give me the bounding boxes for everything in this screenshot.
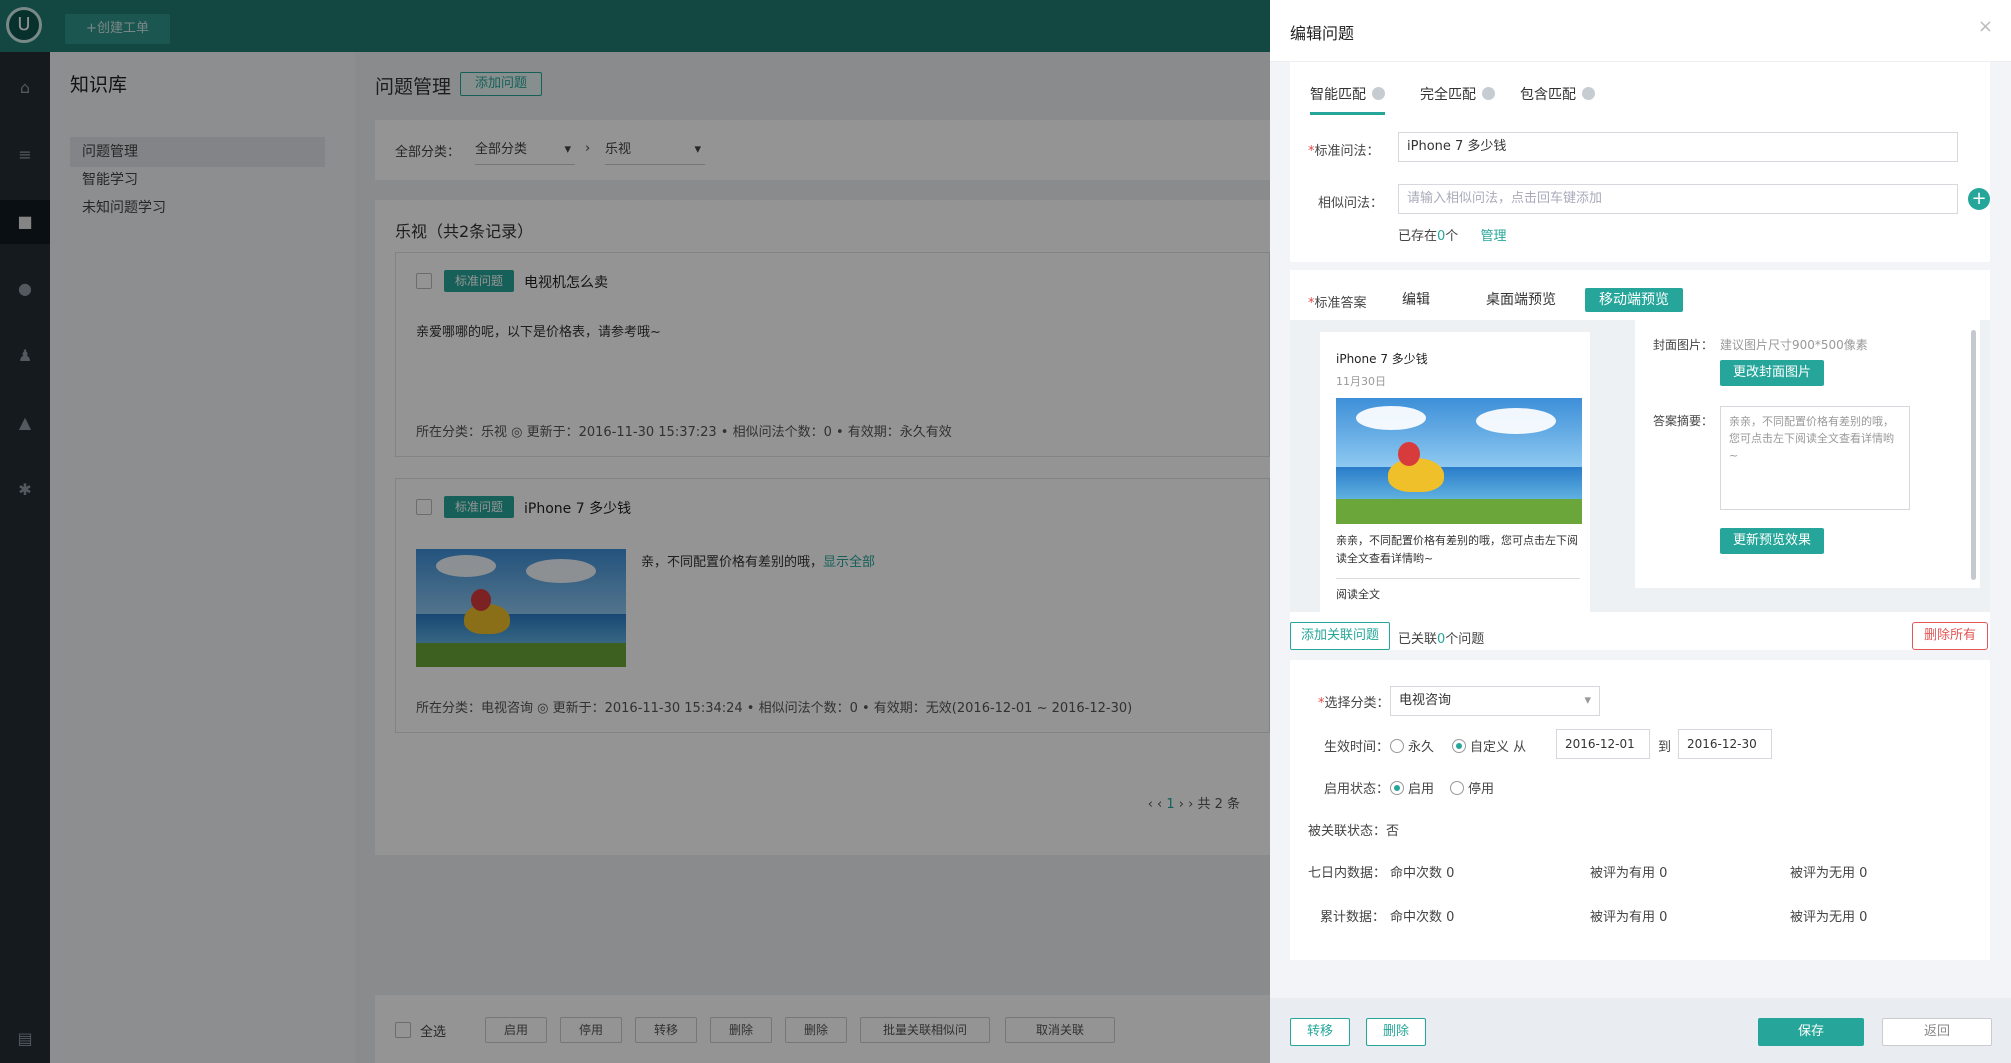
add-related-question-button[interactable]: 添加关联问题 bbox=[1290, 622, 1390, 650]
delete-all-button[interactable]: 删除所有 bbox=[1912, 622, 1988, 650]
similar-question-label: 相似问法： bbox=[1318, 196, 1384, 211]
date-from-input[interactable]: 2016-12-01 bbox=[1556, 729, 1650, 759]
preview-cover-image bbox=[1336, 398, 1582, 524]
summary-label: 答案摘要： bbox=[1653, 414, 1714, 428]
date-to-input[interactable]: 2016-12-30 bbox=[1678, 729, 1772, 759]
total-useless: 被评为无用 0 bbox=[1790, 910, 1868, 925]
add-plus-icon[interactable]: + bbox=[1968, 188, 1990, 210]
settings-panel: *选择分类： 电视咨询 ▾ 生效时间： 永久 自定义 从 2016-12-01 … bbox=[1290, 660, 1990, 960]
linked-status: 被关联状态：否 bbox=[1308, 824, 1400, 839]
status-label: 启用状态： bbox=[1324, 782, 1390, 797]
back-button[interactable]: 返回 bbox=[1882, 1018, 1992, 1046]
question-panel: 智能匹配 完全匹配 包含匹配 *标准问法： iPhone 7 多少钱 相似问法：… bbox=[1290, 62, 1990, 262]
total-stats-label: 累计数据： bbox=[1320, 910, 1386, 925]
week-stats-label: 七日内数据： bbox=[1308, 866, 1387, 881]
edit-question-drawer: 编辑问题 × 智能匹配 完全匹配 包含匹配 *标准问法： iPhone 7 多少… bbox=[1270, 0, 2011, 1063]
radio-icon[interactable] bbox=[1452, 739, 1466, 753]
manage-link[interactable]: 管理 bbox=[1480, 229, 1506, 244]
close-icon[interactable]: × bbox=[1978, 16, 1993, 37]
time-forever-option[interactable]: 永久 bbox=[1390, 736, 1434, 755]
category-select-value: 电视咨询 bbox=[1399, 693, 1452, 708]
preview-text: 亲亲，不同配置价格有差别的哦，您可点击左下阅读全文查看详情哟~ bbox=[1336, 534, 1578, 565]
category-select[interactable]: 电视咨询 ▾ bbox=[1390, 686, 1600, 716]
app-root: U +创建工单 ⌂ ≡ ■ ● ♟ ▲ ✱ ▤ 知识库 问题管理 智能学习 未知… bbox=[0, 0, 2011, 1063]
answer-panel: *标准答案 编辑 桌面端预览 移动端预览 iPhone 7 多少钱 11月30日 bbox=[1290, 270, 1990, 650]
answer-label: *标准答案 bbox=[1308, 296, 1367, 311]
category-label: *选择分类： bbox=[1318, 696, 1390, 711]
preview-area: iPhone 7 多少钱 11月30日 亲亲，不同配置价格有差别的哦，您可点击左… bbox=[1290, 320, 1990, 622]
tab-desktop-preview[interactable]: 桌面端预览 bbox=[1486, 288, 1556, 312]
drawer-body: 智能匹配 完全匹配 包含匹配 *标准问法： iPhone 7 多少钱 相似问法：… bbox=[1270, 62, 2011, 998]
summary-textarea[interactable]: 亲亲，不同配置价格有差别的哦，您可点击左下阅读全文查看详情哟~ bbox=[1720, 406, 1910, 510]
radio-icon[interactable] bbox=[1390, 739, 1404, 753]
mobile-preview-card: iPhone 7 多少钱 11月30日 亲亲，不同配置价格有差别的哦，您可点击左… bbox=[1320, 332, 1590, 622]
tab-edit[interactable]: 编辑 bbox=[1402, 288, 1430, 312]
total-hits: 命中次数 0 bbox=[1390, 910, 1455, 925]
tab-smart-match[interactable]: 智能匹配 bbox=[1310, 84, 1385, 115]
chevron-down-icon: ▾ bbox=[1584, 693, 1591, 708]
drawer-footer: 转移 删除 保存 返回 bbox=[1270, 998, 2011, 1063]
read-more-link[interactable]: 阅读全文 bbox=[1336, 586, 1380, 602]
cover-settings: 封面图片： 建议图片尺寸900*500像素 更改封面图片 答案摘要： 亲亲，不同… bbox=[1635, 320, 1980, 588]
time-custom-option[interactable]: 自定义 从 bbox=[1452, 736, 1526, 755]
help-icon[interactable] bbox=[1482, 87, 1495, 100]
related-count: 已关联0个问题 bbox=[1398, 632, 1485, 647]
date-to-label: 到 bbox=[1658, 740, 1672, 755]
delete-button[interactable]: 删除 bbox=[1366, 1018, 1426, 1046]
tab-mobile-preview[interactable]: 移动端预览 bbox=[1585, 288, 1683, 312]
tab-exact-match[interactable]: 完全匹配 bbox=[1420, 84, 1495, 112]
update-preview-button[interactable]: 更新预览效果 bbox=[1720, 528, 1824, 554]
radio-icon[interactable] bbox=[1390, 781, 1404, 795]
tab-label: 完全匹配 bbox=[1420, 87, 1476, 103]
drawer-title: 编辑问题 bbox=[1290, 24, 1355, 43]
radio-icon[interactable] bbox=[1450, 781, 1464, 795]
status-disable-option[interactable]: 停用 bbox=[1450, 778, 1494, 797]
total-useful: 被评为有用 0 bbox=[1590, 910, 1668, 925]
similar-count: 已存在0个 管理 bbox=[1398, 229, 1507, 244]
drawer-header: 编辑问题 × bbox=[1270, 0, 2011, 62]
change-cover-button[interactable]: 更改封面图片 bbox=[1720, 360, 1824, 386]
similar-question-input[interactable]: 请输入相似问法，点击回车键添加 bbox=[1398, 184, 1958, 214]
tab-label: 包含匹配 bbox=[1520, 87, 1576, 103]
cover-hint: 建议图片尺寸900*500像素 bbox=[1720, 338, 1868, 352]
std-question-label: *标准问法： bbox=[1308, 144, 1380, 159]
preview-date: 11月30日 bbox=[1336, 375, 1386, 388]
effective-time-label: 生效时间： bbox=[1324, 740, 1390, 755]
save-button[interactable]: 保存 bbox=[1758, 1018, 1864, 1046]
week-hits: 命中次数 0 bbox=[1390, 866, 1455, 881]
std-question-input[interactable]: iPhone 7 多少钱 bbox=[1398, 132, 1958, 162]
preview-scrollbar[interactable] bbox=[1971, 330, 1976, 580]
tab-contains-match[interactable]: 包含匹配 bbox=[1520, 84, 1595, 112]
week-useless: 被评为无用 0 bbox=[1790, 866, 1868, 881]
tab-label: 智能匹配 bbox=[1310, 87, 1366, 103]
help-icon[interactable] bbox=[1372, 87, 1385, 100]
preview-title: iPhone 7 多少钱 bbox=[1336, 352, 1428, 366]
move-button[interactable]: 转移 bbox=[1290, 1018, 1350, 1046]
week-useful: 被评为有用 0 bbox=[1590, 866, 1668, 881]
cover-label: 封面图片： bbox=[1653, 338, 1714, 352]
status-enable-option[interactable]: 启用 bbox=[1390, 778, 1434, 797]
modal-overlay[interactable] bbox=[0, 0, 1270, 1063]
help-icon[interactable] bbox=[1582, 87, 1595, 100]
